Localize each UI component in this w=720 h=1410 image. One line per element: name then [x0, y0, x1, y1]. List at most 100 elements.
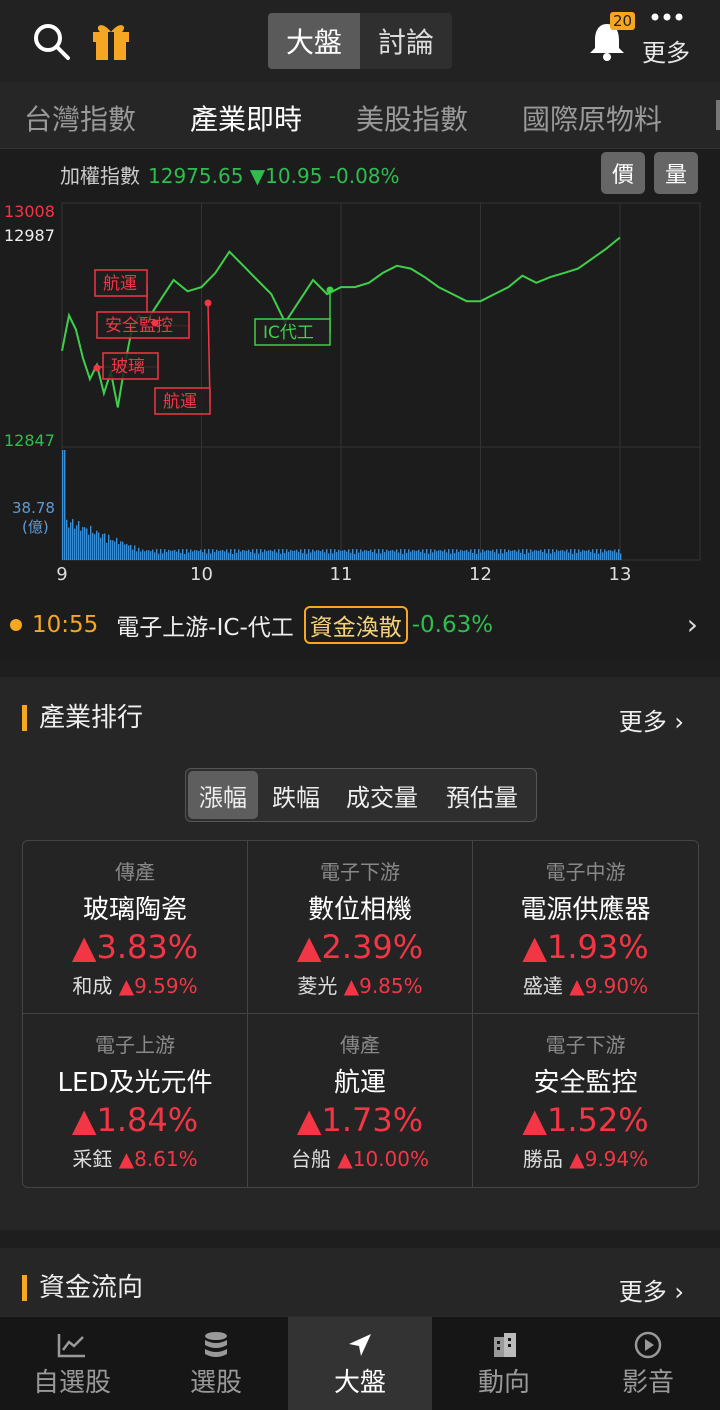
- volume-bar: [430, 549, 432, 560]
- volume-bar: [610, 550, 612, 560]
- volume-bar: [466, 549, 468, 560]
- industry-change: ▲3.83%: [71, 927, 199, 966]
- industry-cell[interactable]: 電子上游 LED及光元件 ▲1.84% 采鈺 ▲8.61%: [23, 1014, 248, 1187]
- volume-bar: [322, 549, 324, 560]
- volume-bars: [62, 450, 622, 560]
- seg-gainers[interactable]: 漲幅: [188, 771, 258, 819]
- volume-bar: [100, 537, 102, 560]
- seg-estimated-volume[interactable]: 預估量: [432, 769, 532, 821]
- volume-bar: [94, 534, 96, 560]
- volume-toggle-button[interactable]: 量: [654, 152, 698, 194]
- seg-market[interactable]: 大盤: [268, 13, 360, 69]
- volume-bar: [80, 530, 82, 560]
- industry-flash-row[interactable]: 10:55 電子上游-IC-代工 資金渙散 -0.63% ›: [0, 596, 720, 654]
- volume-bar: [124, 544, 126, 560]
- navigation-arrow-icon: [347, 1328, 373, 1362]
- volume-bar: [196, 550, 198, 560]
- industry-name: 安全監控: [533, 1068, 638, 1098]
- volume-bar: [126, 543, 128, 560]
- volume-bar: [336, 551, 338, 560]
- volume-bar: [438, 550, 440, 560]
- volume-bar: [550, 553, 552, 560]
- volume-bar: [348, 549, 350, 560]
- volume-bar: [198, 551, 200, 560]
- tab-industry-realtime[interactable]: 產業即時: [190, 98, 302, 138]
- chevron-right-icon[interactable]: ›: [687, 608, 698, 641]
- volume-bar: [74, 528, 76, 560]
- volume-bar: [66, 519, 68, 560]
- seg-losers[interactable]: 跌幅: [260, 769, 332, 821]
- volume-bar: [226, 549, 228, 560]
- gift-icon[interactable]: [90, 18, 132, 66]
- ranking-type-switch: 漲幅 跌幅 成交量 預估量: [185, 768, 537, 822]
- volume-bar: [68, 527, 70, 560]
- volume-bar: [614, 549, 616, 560]
- volume-bar: [344, 549, 346, 560]
- volume-bar: [404, 549, 406, 560]
- y-axis-labels: 13008 12987 12847 38.78(億): [4, 202, 55, 536]
- volume-bar: [442, 551, 444, 560]
- intraday-chart[interactable]: 13008129871284738.78(億) 航運安全監控玻璃航運IC代工 9…: [0, 195, 720, 595]
- nav-watchlist[interactable]: 自選股: [0, 1317, 144, 1410]
- volume-bar: [308, 549, 310, 560]
- industry-cell[interactable]: 電子下游 數位相機 ▲2.39% 菱光 ▲9.85%: [248, 841, 473, 1014]
- nav-label: 選股: [189, 1368, 242, 1398]
- tab-commodities[interactable]: 國際原物料: [522, 98, 662, 138]
- volume-bar: [64, 450, 66, 560]
- volume-bar: [546, 553, 548, 560]
- industry-cell[interactable]: 傳產 航運 ▲1.73% 台船 ▲10.00%: [248, 1014, 473, 1187]
- volume-bar: [292, 550, 294, 560]
- industry-cell[interactable]: 傳產 玻璃陶瓷 ▲3.83% 和成 ▲9.59%: [23, 841, 248, 1014]
- ranking-more-link[interactable]: 更多 ›: [619, 702, 684, 737]
- volume-bar: [76, 525, 78, 560]
- annotation-label: 安全監控: [105, 316, 173, 336]
- industry-cell[interactable]: 電子下游 安全監控 ▲1.52% 勝品 ▲9.94%: [473, 1014, 698, 1187]
- volume-bar: [328, 553, 330, 560]
- volume-bar: [372, 552, 374, 560]
- volume-bar: [82, 527, 84, 560]
- funds-more-link[interactable]: 更多 ›: [619, 1272, 684, 1307]
- nav-video[interactable]: 影音: [576, 1317, 720, 1410]
- index-summary: 加權指數 12975.65 ▼10.95 -0.08%: [60, 160, 400, 189]
- volume-bar: [210, 553, 212, 560]
- volume-bar: [78, 521, 80, 560]
- volume-bar: [356, 549, 358, 560]
- seg-discussion[interactable]: 討論: [360, 13, 452, 69]
- volume-bar: [478, 549, 480, 560]
- volume-bar: [388, 551, 390, 560]
- industry-cell[interactable]: 電子中游 電源供應器 ▲1.93% 盛達 ▲9.90%: [473, 841, 698, 1014]
- seg-turnover[interactable]: 成交量: [332, 769, 432, 821]
- volume-bar: [512, 550, 514, 560]
- nav-market[interactable]: 大盤: [288, 1317, 432, 1410]
- funds-more-label: 更多: [618, 1278, 667, 1306]
- nav-stock-picker[interactable]: 選股: [144, 1317, 288, 1410]
- volume-bar: [250, 551, 252, 560]
- volume-bar: [534, 550, 536, 560]
- volume-bar: [304, 549, 306, 560]
- volume-bar: [440, 550, 442, 560]
- volume-bar: [460, 549, 462, 560]
- volume-bar: [456, 549, 458, 560]
- more-dots-icon[interactable]: [651, 8, 683, 27]
- volume-bar: [134, 545, 136, 560]
- nav-trends[interactable]: 動向: [432, 1317, 576, 1410]
- volume-bar: [570, 549, 572, 560]
- volume-bar: [156, 549, 158, 560]
- price-toggle-button[interactable]: 價: [601, 152, 645, 194]
- volume-bar: [194, 550, 196, 560]
- volume-bar: [468, 551, 470, 560]
- volume-bar: [234, 549, 236, 560]
- volume-bar: [264, 549, 266, 560]
- tab-us-index[interactable]: 美股指數: [356, 98, 468, 138]
- tab-taiwan-index[interactable]: 台灣指數: [24, 98, 136, 138]
- volume-bar: [540, 549, 542, 560]
- volume-bar: [178, 549, 180, 560]
- flash-industry: 電子上游-IC-代工: [116, 615, 294, 641]
- volume-bar: [446, 552, 448, 560]
- y-tick-label: 13008: [4, 202, 55, 221]
- volume-bar: [232, 553, 234, 560]
- search-icon[interactable]: [32, 22, 72, 66]
- volume-bar: [514, 550, 516, 560]
- volume-bar: [572, 553, 574, 560]
- more-label[interactable]: 更多: [642, 33, 690, 68]
